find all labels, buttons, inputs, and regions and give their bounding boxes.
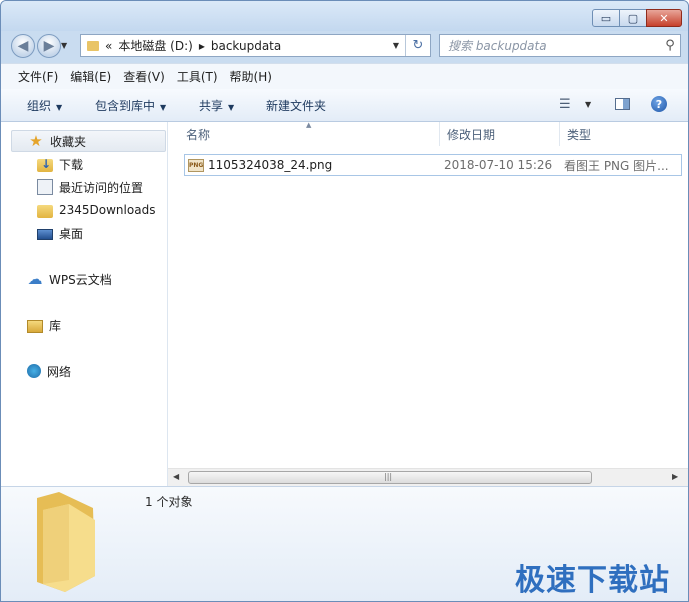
include-in-library-button[interactable]: 包含到库中 ▼ (95, 97, 166, 114)
refresh-icon[interactable]: ↻ (405, 35, 430, 56)
desktop-icon (37, 229, 53, 240)
back-arrow-icon: ◀ (17, 38, 29, 54)
chevron-down-icon: ▼ (56, 103, 63, 112)
forward-button[interactable]: ▶ (37, 34, 61, 58)
search-box[interactable]: 搜索 backupdata ⚲ (439, 34, 681, 57)
search-input[interactable]: 搜索 backupdata (440, 37, 660, 54)
sidebar-item-label: 收藏夹 (50, 134, 87, 149)
view-options-dropdown[interactable]: ▼ (585, 100, 591, 109)
sidebar-item-downloads[interactable]: 下载 (37, 153, 83, 175)
breadcrumb-overflow[interactable]: « (105, 39, 112, 53)
sidebar-item-2345downloads[interactable]: 2345Downloads (37, 199, 155, 221)
menu-help[interactable]: 帮助(H) (224, 68, 278, 85)
title-bar: ▭ ▢ ✕ (1, 1, 688, 31)
sidebar-item-favorites[interactable]: ★ 收藏夹 (11, 130, 166, 152)
scrollbar-thumb[interactable]: ||| (188, 471, 592, 484)
command-bar: 组织 ▼ 包含到库中 ▼ 共享 ▼ 新建文件夹 ☰ ▼ ? (1, 89, 688, 122)
navigation-bar: ◀ ▶ ▼ « 本地磁盘 (D:) ▸ backupdata ▼ ↻ 搜索 ba… (1, 31, 688, 63)
search-icon[interactable]: ⚲ (660, 38, 680, 53)
forward-arrow-icon: ▶ (43, 38, 55, 54)
change-view-icon[interactable]: ☰ (559, 97, 571, 112)
scroll-left-icon[interactable]: ◀ (173, 472, 179, 481)
maximize-button[interactable]: ▢ (619, 9, 647, 27)
scroll-right-icon[interactable]: ▶ (672, 472, 678, 481)
network-icon (27, 364, 41, 378)
include-library-label: 包含到库中 (95, 99, 156, 113)
help-icon[interactable]: ? (651, 96, 667, 112)
menu-view[interactable]: 查看(V) (117, 68, 171, 85)
star-icon: ★ (29, 132, 43, 150)
folder-icon (37, 204, 53, 218)
close-button[interactable]: ✕ (646, 9, 682, 27)
breadcrumb-folder[interactable]: backupdata (211, 39, 281, 53)
menu-tools[interactable]: 工具(T) (171, 68, 224, 85)
png-file-icon: PNG (188, 158, 204, 172)
sidebar-item-label: WPS云文档 (49, 272, 112, 287)
large-folder-icon (37, 492, 95, 592)
downloads-folder-icon (37, 157, 53, 172)
sidebar-item-label: 库 (49, 318, 62, 333)
window-controls: ▭ ▢ ✕ (592, 9, 682, 27)
sidebar-item-libraries[interactable]: 库 (27, 314, 61, 336)
organize-button[interactable]: 组织 ▼ (27, 97, 62, 114)
sidebar-item-label: 下载 (59, 157, 84, 172)
explorer-window: ▭ ▢ ✕ ◀ ▶ ▼ « 本地磁盘 (D:) ▸ backupdata ▼ ↻… (0, 0, 689, 602)
new-folder-button[interactable]: 新建文件夹 (266, 97, 326, 114)
menu-edit[interactable]: 编辑(E) (64, 68, 117, 85)
column-header-name[interactable]: 名称 (186, 122, 210, 146)
sidebar-item-label: 最近访问的位置 (59, 180, 144, 195)
item-count: 1 个对象 (145, 495, 193, 509)
library-icon (27, 319, 43, 333)
folder-icon (87, 40, 99, 51)
sidebar-item-label: 2345Downloads (59, 203, 156, 217)
back-button[interactable]: ◀ (11, 34, 35, 58)
sidebar-item-desktop[interactable]: 桌面 (37, 222, 83, 244)
organize-label: 组织 (27, 99, 52, 113)
sort-ascending-icon: ▲ (306, 121, 312, 129)
file-row[interactable]: PNG 1105324038_24.png 2018-07-10 15:26 看… (184, 154, 682, 176)
recent-places-icon (37, 179, 53, 195)
breadcrumb-drive[interactable]: 本地磁盘 (D:) (118, 37, 192, 54)
recent-pages-dropdown[interactable]: ▼ (61, 41, 67, 50)
sidebar-item-label: 网络 (47, 364, 72, 379)
menu-file[interactable]: 文件(F) (1, 68, 64, 85)
file-name[interactable]: 1105324038_24.png (208, 158, 444, 172)
share-label: 共享 (199, 99, 224, 113)
navigation-pane: ★ 收藏夹 下载 最近访问的位置 2345Downloads 桌面 ☁ WPS云… (1, 122, 168, 486)
address-controls: ▼ ↻ (387, 35, 430, 56)
sidebar-item-recent-places[interactable]: 最近访问的位置 (37, 176, 143, 198)
share-button[interactable]: 共享 ▼ (199, 97, 234, 114)
column-divider[interactable] (559, 122, 560, 146)
cloud-icon: ☁ (27, 270, 43, 288)
menu-bar: 文件(F) 编辑(E) 查看(V) 工具(T) 帮助(H) (1, 63, 688, 90)
file-list: ▲ 名称 修改日期 类型 PNG 1105324038_24.png 2018-… (168, 121, 688, 486)
address-dropdown-icon[interactable]: ▼ (387, 41, 405, 50)
column-header-type[interactable]: 类型 (567, 122, 591, 146)
chevron-down-icon: ▼ (228, 103, 235, 112)
sidebar-item-wps-cloud[interactable]: ☁ WPS云文档 (27, 268, 112, 290)
breadcrumb-separator-icon[interactable]: ▸ (199, 39, 205, 53)
column-divider[interactable] (439, 122, 440, 146)
file-type: 看图王 PNG 图片... (564, 158, 669, 173)
details-pane: 1 个对象 极速下载站 (1, 486, 688, 601)
watermark-text: 极速下载站 (515, 563, 670, 598)
preview-pane-icon[interactable] (615, 98, 630, 110)
chevron-down-icon: ▼ (160, 103, 167, 112)
file-modified-date: 2018-07-10 15:26 (444, 158, 553, 172)
address-bar[interactable]: « 本地磁盘 (D:) ▸ backupdata ▼ ↻ (80, 34, 431, 57)
grip-icon: ||| (384, 472, 393, 481)
column-header-date[interactable]: 修改日期 (447, 122, 495, 146)
horizontal-scrollbar[interactable]: ◀ ||| ▶ (168, 468, 688, 487)
sidebar-item-network[interactable]: 网络 (27, 360, 71, 382)
minimize-button[interactable]: ▭ (592, 9, 620, 27)
sidebar-item-label: 桌面 (59, 226, 84, 241)
